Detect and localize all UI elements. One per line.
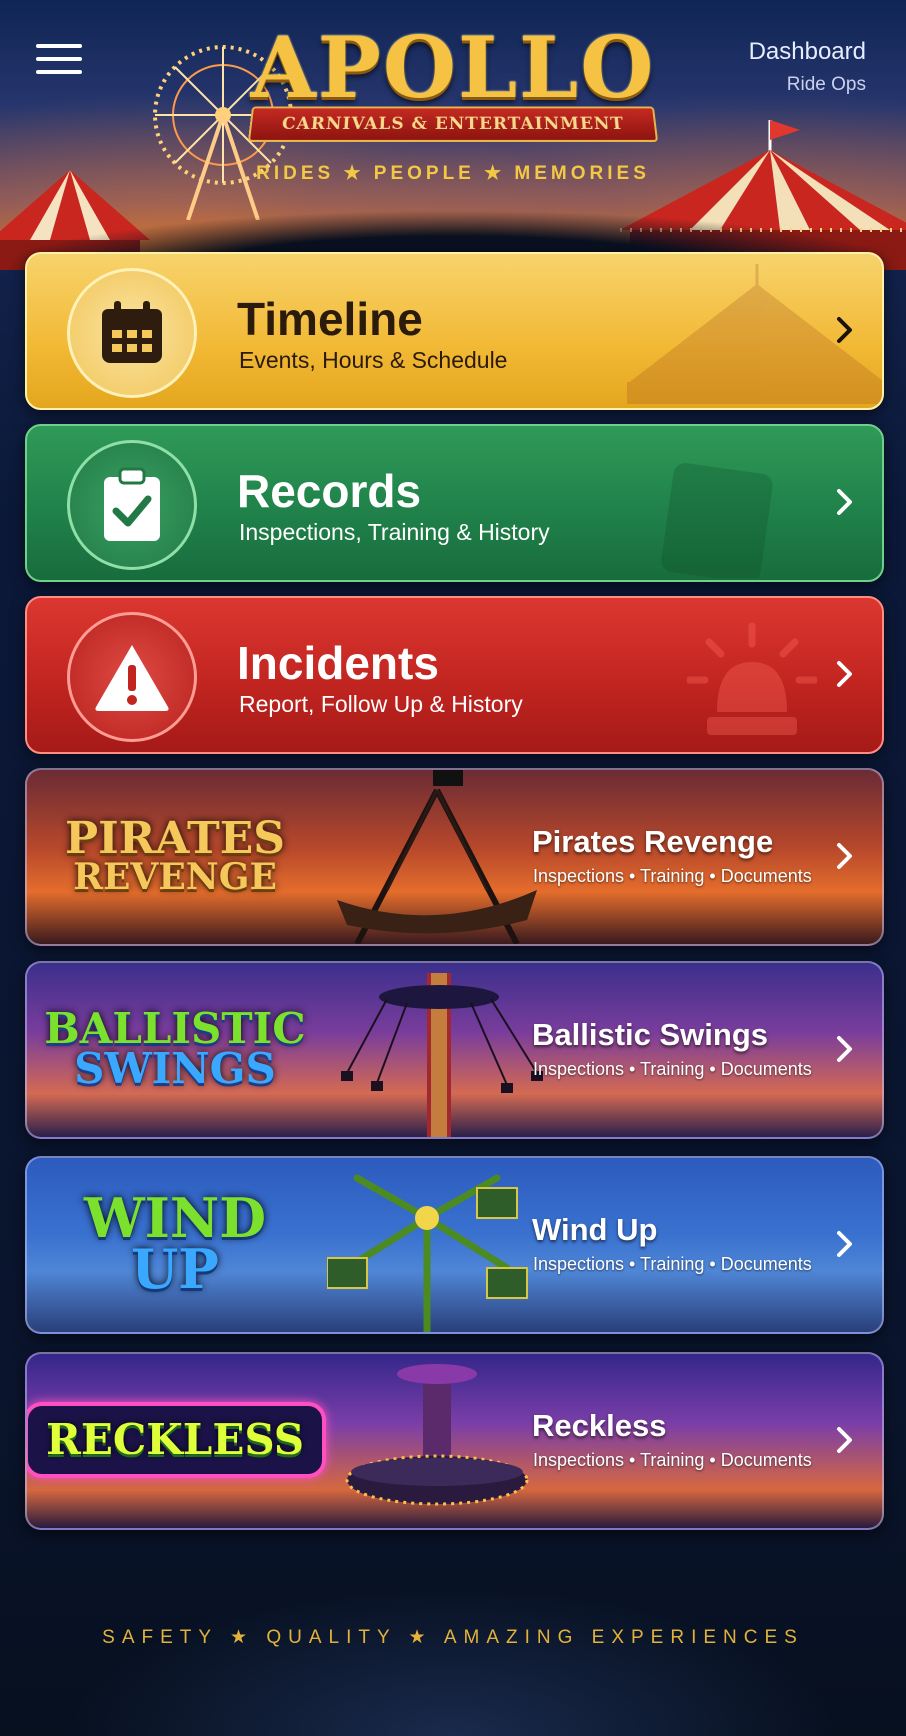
calendar-icon xyxy=(67,268,197,398)
chevron-right-icon xyxy=(830,660,858,688)
chevron-right-icon xyxy=(830,316,858,344)
wind-up-ride-illustration xyxy=(327,1174,528,1332)
timeline-card[interactable]: Timeline Events, Hours & Schedule xyxy=(25,252,884,410)
timeline-title: Timeline xyxy=(237,293,423,345)
ride-title: Wind Up xyxy=(532,1212,658,1247)
siren-watermark-icon xyxy=(687,622,817,735)
incidents-subtitle: Report, Follow Up & History xyxy=(239,691,523,717)
dashboard-subtitle: Ride Ops xyxy=(786,74,866,95)
wind-up-badge: WIND UP xyxy=(45,1180,305,1308)
ride-details: Inspections • Training • Documents xyxy=(533,1059,812,1079)
swing-ride-illustration xyxy=(341,973,543,1137)
dashboard-title: Dashboard xyxy=(748,38,866,65)
ride-card-reckless[interactable]: RECKLESS Reckless Inspections • Training… xyxy=(25,1352,884,1530)
records-subtitle: Inspections, Training & History xyxy=(239,519,550,545)
reckless-badge: RECKLESS xyxy=(27,1376,327,1504)
ride-card-wind-up[interactable]: WIND UP Wind Up Inspections • Training •… xyxy=(25,1156,884,1334)
chevron-right-icon xyxy=(830,842,858,870)
incidents-card[interactable]: Incidents Report, Follow Up & History xyxy=(25,596,884,754)
incidents-title: Incidents xyxy=(237,637,439,689)
ballistic-swings-badge: BALLISTIC SWINGS xyxy=(44,985,305,1113)
badge-line-2: UP xyxy=(131,1237,219,1301)
clipboard-check-icon xyxy=(67,440,197,570)
timeline-subtitle: Events, Hours & Schedule xyxy=(239,347,508,373)
dashboard-label: Dashboard Ride Ops xyxy=(749,38,866,96)
pirates-revenge-badge: PIRATES REVENGE xyxy=(45,792,305,920)
chevron-right-icon xyxy=(830,1426,858,1454)
badge-line-2: SWINGS xyxy=(74,1044,276,1093)
chevron-right-icon xyxy=(830,1230,858,1258)
warning-triangle-icon xyxy=(67,612,197,742)
chevron-right-icon xyxy=(830,488,858,516)
logo-ribbon: CARNIVALS & ENTERTAINMENT xyxy=(247,106,659,142)
clipboard-watermark-icon xyxy=(661,463,773,578)
badge-line-1: RECKLESS xyxy=(45,1415,305,1465)
badge-line-1: PIRATES xyxy=(64,813,286,864)
records-title: Records xyxy=(237,465,422,517)
reckless-ride-illustration xyxy=(345,1364,529,1506)
records-card[interactable]: Records Inspections, Training & History xyxy=(25,424,884,582)
footer-tagline: SAFETY ★ QUALITY ★ AMAZING EXPERIENCES xyxy=(102,1627,804,1648)
ride-details: Inspections • Training • Documents xyxy=(533,866,812,886)
chevron-right-icon xyxy=(830,1035,858,1063)
pirate-ship-illustration xyxy=(337,770,537,944)
ride-details: Inspections • Training • Documents xyxy=(533,1450,812,1470)
tagline: RIDES ★ PEOPLE ★ MEMORIES xyxy=(256,163,650,184)
badge-line-2: REVENGE xyxy=(73,855,277,898)
ride-details: Inspections • Training • Documents xyxy=(533,1254,812,1274)
ride-title: Reckless xyxy=(532,1408,667,1443)
ride-card-pirates-revenge[interactable]: PIRATES REVENGE Pirates Revenge Inspecti… xyxy=(25,768,884,946)
ride-title: Pirates Revenge xyxy=(532,824,774,859)
ride-card-ballistic-swings[interactable]: BALLISTIC SWINGS Ballistic Swings Inspec… xyxy=(25,961,884,1139)
ride-title: Ballistic Swings xyxy=(532,1017,769,1052)
